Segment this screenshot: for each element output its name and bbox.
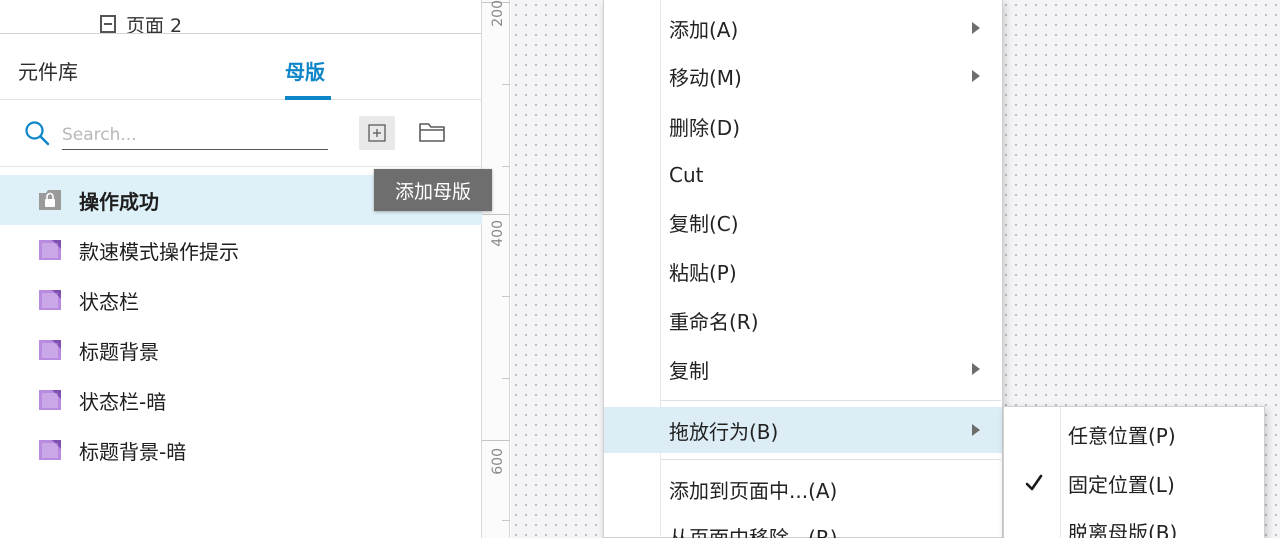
- add-folder-icon[interactable]: [418, 119, 446, 145]
- master-icon: [39, 440, 61, 460]
- submenu-item-anywhere[interactable]: 任意位置(P): [1004, 411, 1264, 457]
- ruler-label: 200: [490, 0, 506, 27]
- ruler-label: 400: [490, 220, 506, 247]
- ruler-major-tick: [482, 440, 510, 441]
- menu-item-label: 粘贴(P): [669, 260, 737, 285]
- panel-tabs: 元件库 母版: [0, 34, 482, 100]
- master-label: 款速模式操作提示: [79, 239, 239, 264]
- tab-masters[interactable]: 母版: [285, 56, 325, 85]
- submenu-arrow-icon: [972, 424, 980, 436]
- menu-item-remove-from-pages[interactable]: 从页面中移除...(R): [604, 513, 1002, 538]
- master-icon: [39, 240, 61, 260]
- submenu-arrow-icon: [972, 363, 980, 375]
- submenu-item-label: 任意位置(P): [1068, 423, 1176, 448]
- ruler-minor-tick: [502, 378, 510, 379]
- menu-item-paste[interactable]: 粘贴(P): [604, 248, 1002, 294]
- ruler-minor-tick: [502, 296, 510, 297]
- page-tree-item-label: 页面 2: [126, 14, 183, 35]
- submenu-item-fixed-location[interactable]: 固定位置(L): [1004, 460, 1264, 506]
- master-label: 标题背景: [79, 339, 159, 364]
- list-divider: [0, 166, 482, 167]
- menu-item-drop-behavior[interactable]: 拖放行为(B): [604, 407, 1002, 453]
- menu-item-label: 复制: [669, 358, 709, 383]
- active-tab-indicator: [285, 96, 331, 100]
- locked-master-icon: [39, 190, 61, 210]
- ruler-major-tick: [482, 214, 510, 215]
- list-item[interactable]: 标题背景-暗: [0, 425, 482, 475]
- menu-item-label: 添加到页面中...(A): [669, 478, 838, 503]
- menu-item-cut[interactable]: Cut: [604, 152, 1002, 198]
- tab-widget-library[interactable]: 元件库: [18, 56, 78, 85]
- menu-item-move[interactable]: 移动(M): [604, 53, 1002, 99]
- master-label: 状态栏: [79, 289, 139, 314]
- menu-item-label: 复制(C): [669, 211, 739, 236]
- menu-item-label: 移动(M): [669, 65, 742, 90]
- list-item[interactable]: 标题背景: [0, 325, 482, 375]
- add-master-tooltip: 添加母版: [374, 169, 492, 211]
- master-label: 状态栏-暗: [79, 389, 167, 414]
- master-label: 操作成功: [79, 189, 159, 214]
- drop-behavior-submenu: 任意位置(P) 固定位置(L) 脱离母版(B): [1003, 406, 1265, 538]
- search-input[interactable]: [62, 120, 328, 150]
- ruler-minor-tick: [502, 84, 510, 85]
- master-icon: [39, 290, 61, 310]
- list-item[interactable]: 款速模式操作提示: [0, 225, 482, 275]
- left-panel: 页面 2 元件库 母版 操作成功: [0, 0, 482, 538]
- menu-item-copy[interactable]: 复制(C): [604, 199, 1002, 245]
- menu-item-label: 重命名(R): [669, 309, 759, 334]
- menu-item-label: Cut: [669, 163, 704, 187]
- search-box: [24, 120, 330, 152]
- menu-item-label: 从页面中移除...(R): [669, 525, 838, 538]
- add-master-button[interactable]: [359, 116, 395, 150]
- ruler-minor-tick: [502, 166, 510, 167]
- list-item[interactable]: 状态栏: [0, 275, 482, 325]
- vertical-ruler: 200 400 600: [482, 0, 510, 538]
- submenu-item-label: 脱离母版(B): [1068, 520, 1178, 538]
- menu-item-label: 添加(A): [669, 17, 739, 42]
- list-item[interactable]: 状态栏-暗: [0, 375, 482, 425]
- menu-item-label: 拖放行为(B): [669, 419, 779, 444]
- menu-item-add-to-pages[interactable]: 添加到页面中...(A): [604, 466, 1002, 512]
- plus-box-icon: [368, 124, 386, 142]
- menu-separator: [661, 400, 1001, 401]
- master-icon: [39, 390, 61, 410]
- ruler-label: 600: [490, 448, 506, 475]
- menu-item-rename[interactable]: 重命名(R): [604, 297, 1002, 343]
- ruler-minor-tick: [502, 520, 510, 521]
- menu-item-delete[interactable]: 删除(D): [604, 103, 1002, 149]
- submenu-arrow-icon: [972, 70, 980, 82]
- page-icon: [100, 15, 116, 33]
- page-tree-item[interactable]: 页面 2: [100, 14, 182, 34]
- master-list: 操作成功 款速模式操作提示 状态栏 标题背景 状态栏-暗 标题背景-暗: [0, 175, 482, 475]
- submenu-item-break-away[interactable]: 脱离母版(B): [1004, 508, 1264, 538]
- submenu-arrow-icon: [972, 22, 980, 34]
- menu-separator: [661, 459, 1001, 460]
- context-menu: 添加(A) 移动(M) 删除(D) Cut 复制(C) 粘贴(P) 重命名(R)…: [603, 0, 1003, 538]
- menu-item-add[interactable]: 添加(A): [604, 5, 1002, 51]
- master-label: 标题背景-暗: [79, 439, 187, 464]
- search-icon[interactable]: [24, 120, 50, 146]
- submenu-item-label: 固定位置(L): [1068, 472, 1175, 497]
- master-icon: [39, 340, 61, 360]
- menu-item-duplicate[interactable]: 复制: [604, 346, 1002, 392]
- checkmark-icon: [1025, 474, 1043, 491]
- menu-item-label: 删除(D): [669, 115, 741, 140]
